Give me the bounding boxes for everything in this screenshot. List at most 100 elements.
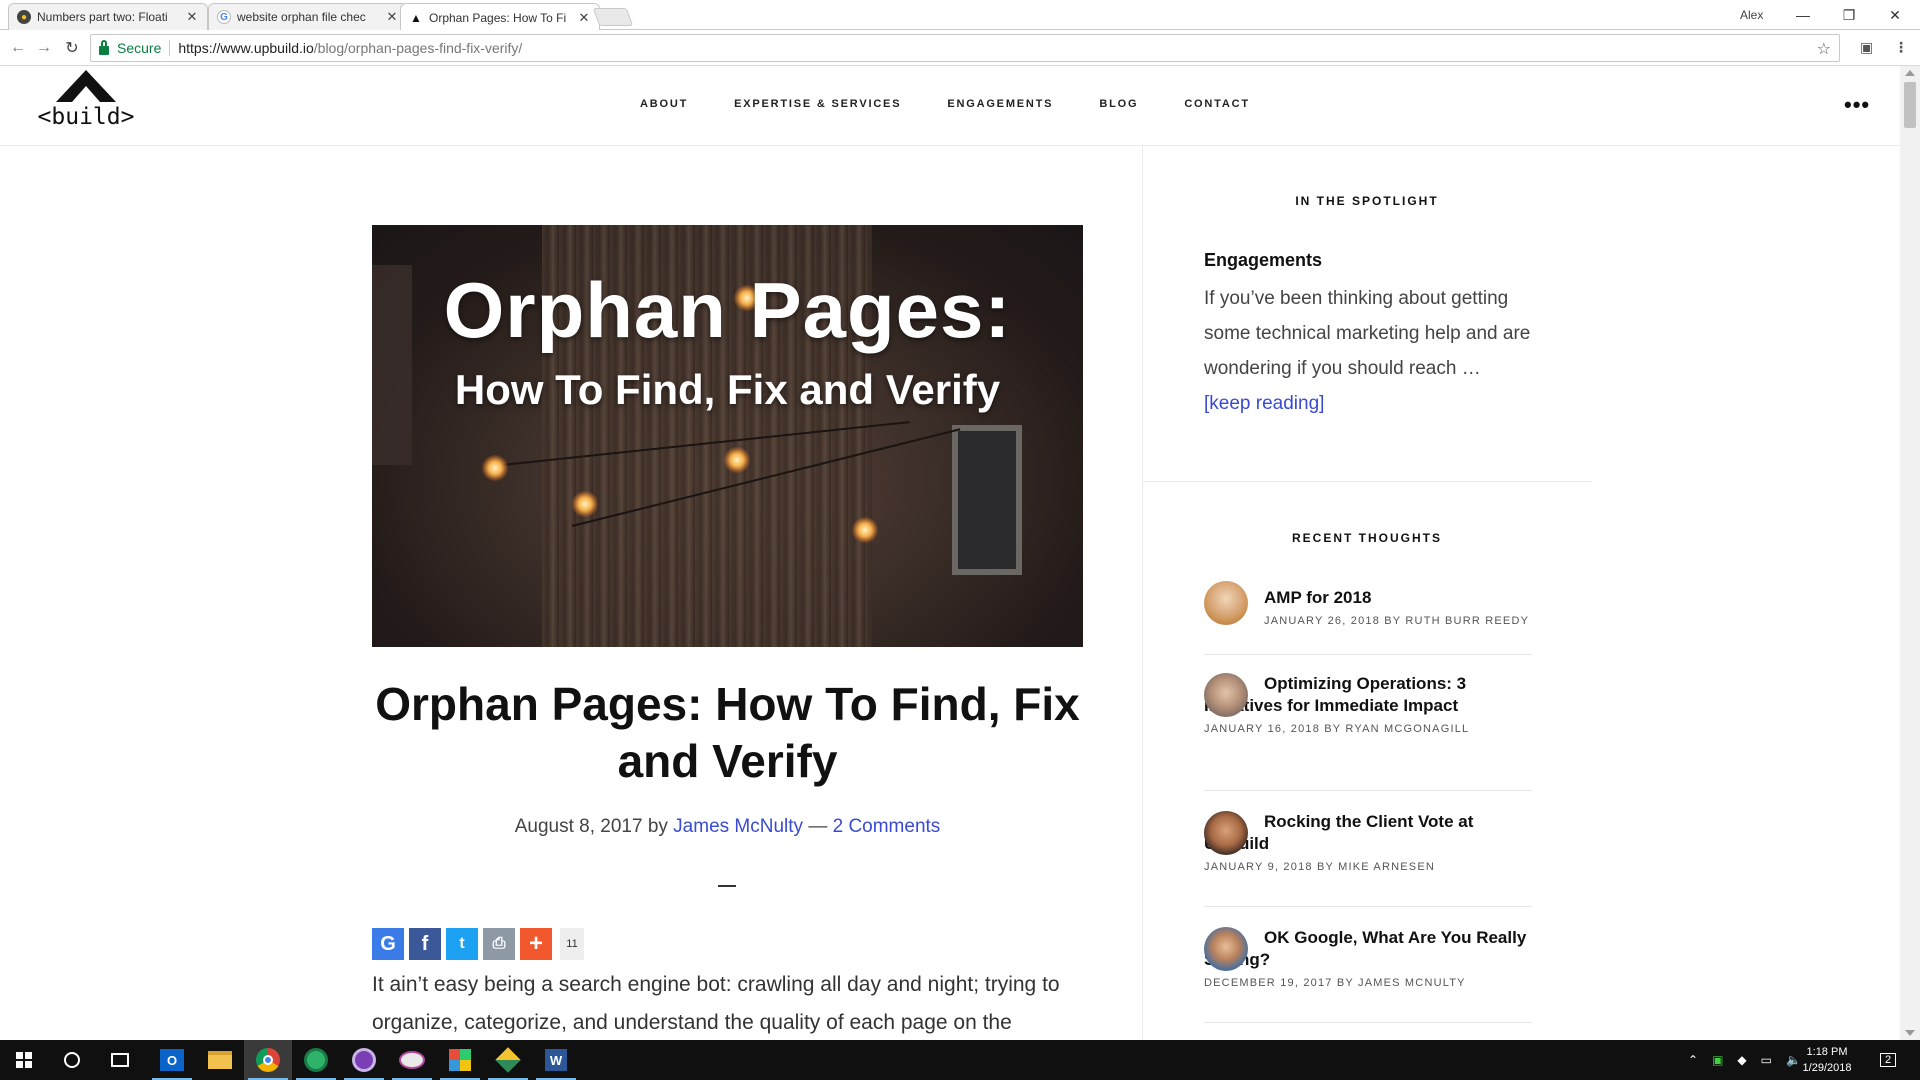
share-count: 11	[560, 928, 584, 960]
nav-expertise-services[interactable]: EXPERTISE & SERVICES	[734, 98, 901, 110]
recent-thought-item[interactable]: Rocking the Client Vote at UpBuild JANUA…	[1204, 811, 1532, 907]
thought-title[interactable]: AMP for 2018	[1204, 581, 1532, 609]
add-share-icon[interactable]: +	[520, 928, 552, 960]
recent-thoughts-heading: RECENT THOUGHTS	[1292, 531, 1442, 545]
windows-start-icon[interactable]	[0, 1040, 48, 1080]
paint-app-icon[interactable]	[388, 1040, 436, 1080]
main-nav: ABOUT EXPERTISE & SERVICES ENGAGEMENTS B…	[640, 98, 1250, 110]
windows-taskbar: O W ⌃ ▣ ◆ ▭ 🔈 1:18 PM 1/29/2018 2	[0, 1040, 1920, 1080]
nav-contact[interactable]: CONTACT	[1184, 98, 1250, 110]
file-explorer-icon[interactable]	[196, 1040, 244, 1080]
address-bar[interactable]: Secure https://www.upbuild.io/blog/orpha…	[90, 34, 1840, 62]
cortana-search-icon[interactable]	[48, 1040, 96, 1080]
tor-browser-icon[interactable]	[340, 1040, 388, 1080]
lock-icon	[99, 39, 109, 55]
minimize-icon[interactable]: —	[1780, 0, 1826, 30]
thought-meta: JANUARY 26, 2018 BY RUTH BURR REEDY	[1264, 615, 1530, 627]
tray-expand-icon[interactable]: ⌃	[1688, 1053, 1698, 1067]
facebook-share-icon[interactable]: f	[409, 928, 441, 960]
forward-arrow-icon[interactable]: →	[32, 36, 56, 60]
hero-image: Orphan Pages: How To Find, Fix and Verif…	[372, 225, 1083, 647]
monitor-app-icon[interactable]: ▣	[1712, 1053, 1723, 1067]
twitter-share-icon[interactable]: t	[446, 928, 478, 960]
thought-meta: JANUARY 9, 2018 BY MIKE ARNESEN	[1204, 861, 1436, 873]
title-divider	[718, 885, 736, 887]
thought-title[interactable]: Optimizing Operations: 3 Initiatives for…	[1204, 673, 1532, 717]
profile-name[interactable]: Alex	[1740, 8, 1763, 22]
light-bulb	[724, 447, 750, 473]
spotlight-text: If you’ve been thinking about getting so…	[1204, 281, 1544, 421]
page-scrollbar[interactable]	[1900, 66, 1920, 1040]
clock-date: 1/29/2018	[1802, 1062, 1852, 1074]
spotlight-heading: IN THE SPOTLIGHT	[1295, 194, 1439, 208]
meta-dash: —	[808, 816, 828, 837]
light-bulb	[482, 455, 508, 481]
reload-icon[interactable]: ↻	[60, 36, 84, 60]
author-avatar	[1204, 927, 1248, 971]
thought-meta: DECEMBER 19, 2017 BY JAMES MCNULTY	[1204, 977, 1466, 989]
light-bulb	[572, 491, 598, 517]
spotlight-title[interactable]: Engagements	[1204, 250, 1322, 271]
google-g-icon: G	[217, 10, 231, 24]
upbuild-logo[interactable]: <build>	[30, 70, 142, 142]
more-horizontal-icon[interactable]: •••	[1844, 92, 1870, 118]
comments-link[interactable]: 2 Comments	[833, 816, 941, 837]
nav-engagements[interactable]: ENGAGEMENTS	[947, 98, 1053, 110]
notification-count: 2	[1880, 1053, 1897, 1067]
browser-tab-2[interactable]: G website orphan file chec ✕	[208, 3, 408, 30]
thought-title[interactable]: Rocking the Client Vote at UpBuild	[1204, 811, 1532, 855]
git-app-icon[interactable]	[484, 1040, 532, 1080]
thought-title[interactable]: OK Google, What Are You Really Saying?	[1204, 927, 1532, 971]
share-bar: G f t ⎙ + 11	[372, 928, 584, 960]
recent-thought-item[interactable]: OK Google, What Are You Really Saying? D…	[1204, 927, 1532, 1023]
site-header: <build> ABOUT EXPERTISE & SERVICES ENGAG…	[0, 66, 1900, 146]
post-date: August 8, 2017	[514, 816, 643, 837]
content-divider	[1142, 146, 1143, 1040]
thought-meta: JANUARY 16, 2018 BY RYAN MCGONAGILL	[1204, 723, 1470, 735]
spotlight-excerpt: If you’ve been thinking about getting so…	[1204, 288, 1531, 379]
network-icon[interactable]: ▭	[1761, 1053, 1772, 1067]
scrollbar-thumb[interactable]	[1904, 82, 1916, 128]
task-view-icon[interactable]	[96, 1040, 144, 1080]
word-icon[interactable]: W	[532, 1040, 580, 1080]
scroll-down-icon[interactable]	[1905, 1030, 1915, 1036]
url-path: /blog/orphan-pages-find-fix-verify/	[313, 40, 523, 56]
extension-icon[interactable]: ▣	[1860, 39, 1873, 56]
print-icon[interactable]: ⎙	[483, 928, 515, 960]
author-link[interactable]: James McNulty	[673, 816, 803, 837]
nav-about[interactable]: ABOUT	[640, 98, 688, 110]
window-close-icon[interactable]: ✕	[1872, 0, 1918, 30]
chrome-menu-icon[interactable]: ⋮	[1894, 39, 1908, 56]
browser-tab-1[interactable]: ● Numbers part two: Floati ✕	[8, 3, 208, 30]
dropbox-icon[interactable]: ◆	[1737, 1053, 1746, 1067]
close-tab-icon[interactable]: ✕	[385, 9, 399, 25]
back-arrow-icon[interactable]: ←	[6, 36, 30, 60]
nav-blog[interactable]: BLOG	[1099, 98, 1138, 110]
browser-tab-3[interactable]: ▲ Orphan Pages: How To Fi ✕	[400, 3, 600, 31]
chat-app-icon[interactable]	[292, 1040, 340, 1080]
tab-title: website orphan file chec	[237, 10, 366, 24]
scroll-up-icon[interactable]	[1905, 70, 1915, 76]
new-tab-button[interactable]	[592, 8, 634, 26]
omnibox-separator	[169, 40, 171, 56]
outlook-icon[interactable]: O	[148, 1040, 196, 1080]
logo-text: <build>	[37, 104, 135, 130]
keep-reading-link[interactable]: [keep reading]	[1204, 393, 1324, 414]
taskbar-clock[interactable]: 1:18 PM 1/29/2018	[1788, 1044, 1866, 1076]
hero-title: Orphan Pages:	[443, 266, 1012, 354]
office-app-icon[interactable]	[436, 1040, 484, 1080]
restore-icon[interactable]: ❐	[1826, 0, 1872, 30]
post-meta: August 8, 2017 by James McNulty — 2 Comm…	[372, 816, 1083, 838]
recent-thought-item[interactable]: Optimizing Operations: 3 Initiatives for…	[1204, 673, 1532, 791]
google-share-icon[interactable]: G	[372, 928, 404, 960]
upbuild-roof-icon: ▲	[410, 10, 422, 25]
hero-subtitle: How To Find, Fix and Verify	[454, 366, 1001, 413]
action-center-icon[interactable]: 2	[1880, 1040, 1897, 1080]
browser-tab-strip: ● Numbers part two: Floati ✕ G website o…	[0, 0, 1920, 31]
close-tab-icon[interactable]: ✕	[577, 10, 591, 26]
close-tab-icon[interactable]: ✕	[185, 9, 199, 25]
bookmark-circle-icon: ●	[17, 10, 31, 24]
chrome-icon[interactable]	[244, 1040, 292, 1080]
recent-thought-item[interactable]: AMP for 2018 JANUARY 26, 2018 BY RUTH BU…	[1204, 581, 1532, 655]
bookmark-star-icon[interactable]: ☆	[1817, 39, 1831, 59]
